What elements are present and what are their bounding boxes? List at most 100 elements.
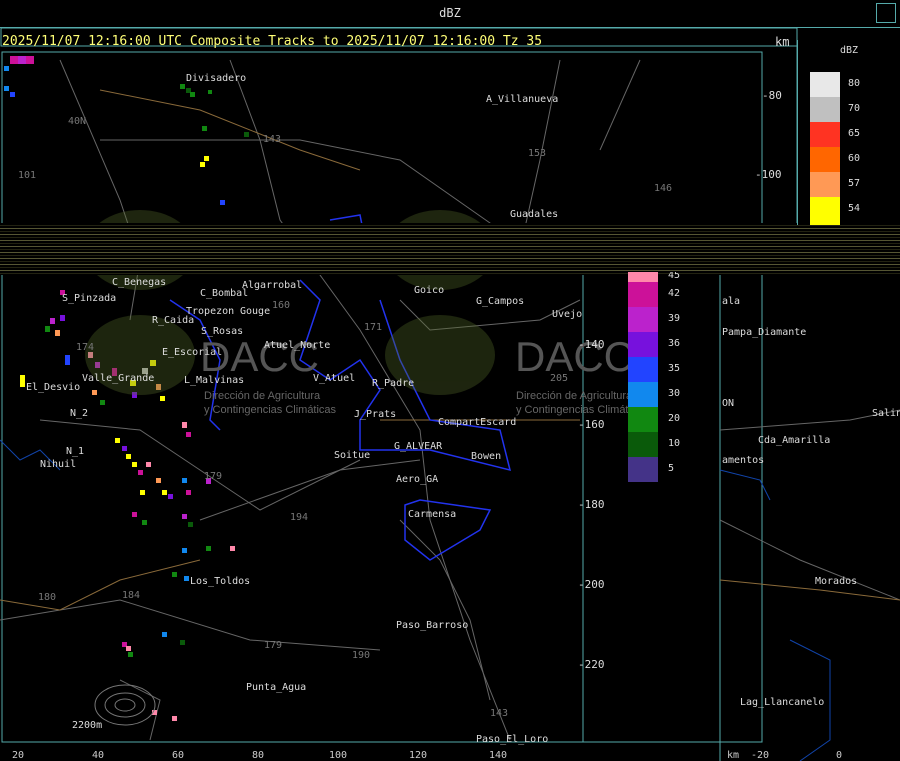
legend-row: 30: [628, 382, 708, 407]
legend-row: 36: [628, 332, 708, 357]
legend-swatch: [628, 357, 658, 382]
place-label: J_Prats: [354, 409, 397, 420]
legend-row: 54: [810, 197, 900, 222]
dbz-legend-bottom: 45 42 39 36 35 30 20 10 5: [628, 272, 708, 482]
y-tick: -80: [762, 89, 782, 102]
place-label: N_2: [70, 408, 89, 419]
route-label: 101: [18, 170, 37, 181]
legend-label: 45: [668, 272, 681, 281]
legend-swatch: [628, 272, 658, 282]
place-label: S_Rosas: [201, 326, 244, 337]
legend-label: 70: [848, 103, 861, 114]
place-label: L_Malvinas: [184, 375, 245, 386]
legend-swatch: [810, 172, 840, 197]
composite-header: 2025/11/07 12:16:00 UTC Composite Tracks…: [2, 34, 543, 49]
route-label: 143: [490, 708, 509, 719]
legend-label: 10: [668, 438, 681, 449]
place-label: N_1: [66, 446, 85, 457]
place-label: Soitue: [334, 450, 371, 461]
y-tick: -220: [578, 658, 605, 671]
place-label: ala: [722, 296, 741, 307]
place-label: Paso_El_Loro: [476, 734, 549, 745]
place-label: S_Pinzada: [62, 293, 117, 304]
place-label: Salin: [872, 408, 900, 419]
legend-label: 57: [848, 178, 861, 189]
place-label: ON: [722, 398, 735, 409]
x-tick: 100: [329, 750, 348, 761]
route-label: 180: [38, 592, 57, 603]
route-label: 160: [272, 300, 291, 311]
place-label: Guadales: [510, 209, 559, 220]
place-label: Pampa_Diamante: [722, 327, 807, 338]
legend-swatch: [628, 382, 658, 407]
place-label: Los_Toldos: [190, 576, 251, 587]
legend-label: 36: [668, 338, 681, 349]
place-label: El_Desvio: [26, 382, 81, 393]
place-label: V_Atuel: [313, 373, 356, 384]
route-label: 184: [122, 590, 141, 601]
route-label: 190: [352, 650, 371, 661]
x-tick: 60: [172, 750, 185, 761]
legend-swatch: [628, 332, 658, 357]
place-label: Goico: [414, 285, 445, 296]
place-label: Atuel_Norte: [264, 340, 331, 351]
route-label: 179: [264, 640, 283, 651]
route-label: 143: [263, 134, 282, 145]
place-label: Uvejo: [552, 309, 583, 320]
place-label: Algarrobal: [242, 280, 303, 291]
legend-label: 65: [848, 128, 861, 139]
place-label: A_Villanueva: [486, 94, 559, 105]
place-label: C_Benegas: [112, 277, 167, 288]
legend-swatch: [810, 222, 840, 225]
place-label: CompartEscard: [438, 417, 517, 428]
render-glitch-band: [0, 223, 900, 275]
legend-label: 35: [668, 363, 681, 374]
legend-swatch: [810, 97, 840, 122]
legend-row: 39: [628, 307, 708, 332]
route-label: 179: [204, 471, 223, 482]
place-label: Punta_Agua: [246, 682, 307, 693]
place-label: Carmensa: [408, 509, 457, 520]
legend-label: 39: [668, 313, 681, 324]
y-tick: -180: [578, 498, 605, 511]
route-label: 171: [364, 322, 383, 333]
legend-label: 60: [848, 153, 861, 164]
route-label: 153: [528, 148, 547, 159]
legend-label: 54: [848, 203, 861, 214]
legend-swatch: [810, 147, 840, 172]
x-tick-right: -20: [751, 750, 770, 761]
legend-swatch: [628, 307, 658, 332]
legend-row: 65: [810, 122, 900, 147]
legend-row: 80: [810, 72, 900, 97]
y-tick: -140: [578, 338, 605, 351]
place-label: R_Caida: [152, 315, 195, 326]
legend-row: 20: [628, 407, 708, 432]
x-tick: 40: [92, 750, 105, 761]
place-label: C_Bombal: [200, 288, 249, 299]
legend-row: 60: [810, 147, 900, 172]
legend-row: 51: [810, 222, 900, 225]
place-label: Lag_Llancanelo: [740, 697, 825, 708]
place-label: Gouge: [240, 306, 271, 317]
place-label: Divisadero: [186, 73, 247, 84]
legend-swatch: [628, 282, 658, 307]
legend-swatch: [810, 72, 840, 97]
place-label: Aero_GA: [396, 474, 439, 485]
legend-swatch: [628, 457, 658, 482]
x-tick: 20: [12, 750, 25, 761]
legend-row: 42: [628, 282, 708, 307]
legend-row: 70: [810, 97, 900, 122]
legend-swatch: [628, 432, 658, 457]
legend-title: dBZ: [840, 45, 859, 56]
legend-row: 35: [628, 357, 708, 382]
legend-row: 45: [628, 272, 708, 282]
y-tick: -100: [755, 168, 782, 181]
legend-label: 42: [668, 288, 681, 299]
legend-row: 5: [628, 457, 708, 482]
place-label: G_ALVEAR: [394, 441, 443, 452]
place-label: Bowen: [471, 451, 502, 462]
x-tick-right: 0: [836, 750, 843, 761]
legend-swatch: [810, 197, 840, 222]
legend-swatch: [810, 122, 840, 147]
legend-row: 57: [810, 172, 900, 197]
